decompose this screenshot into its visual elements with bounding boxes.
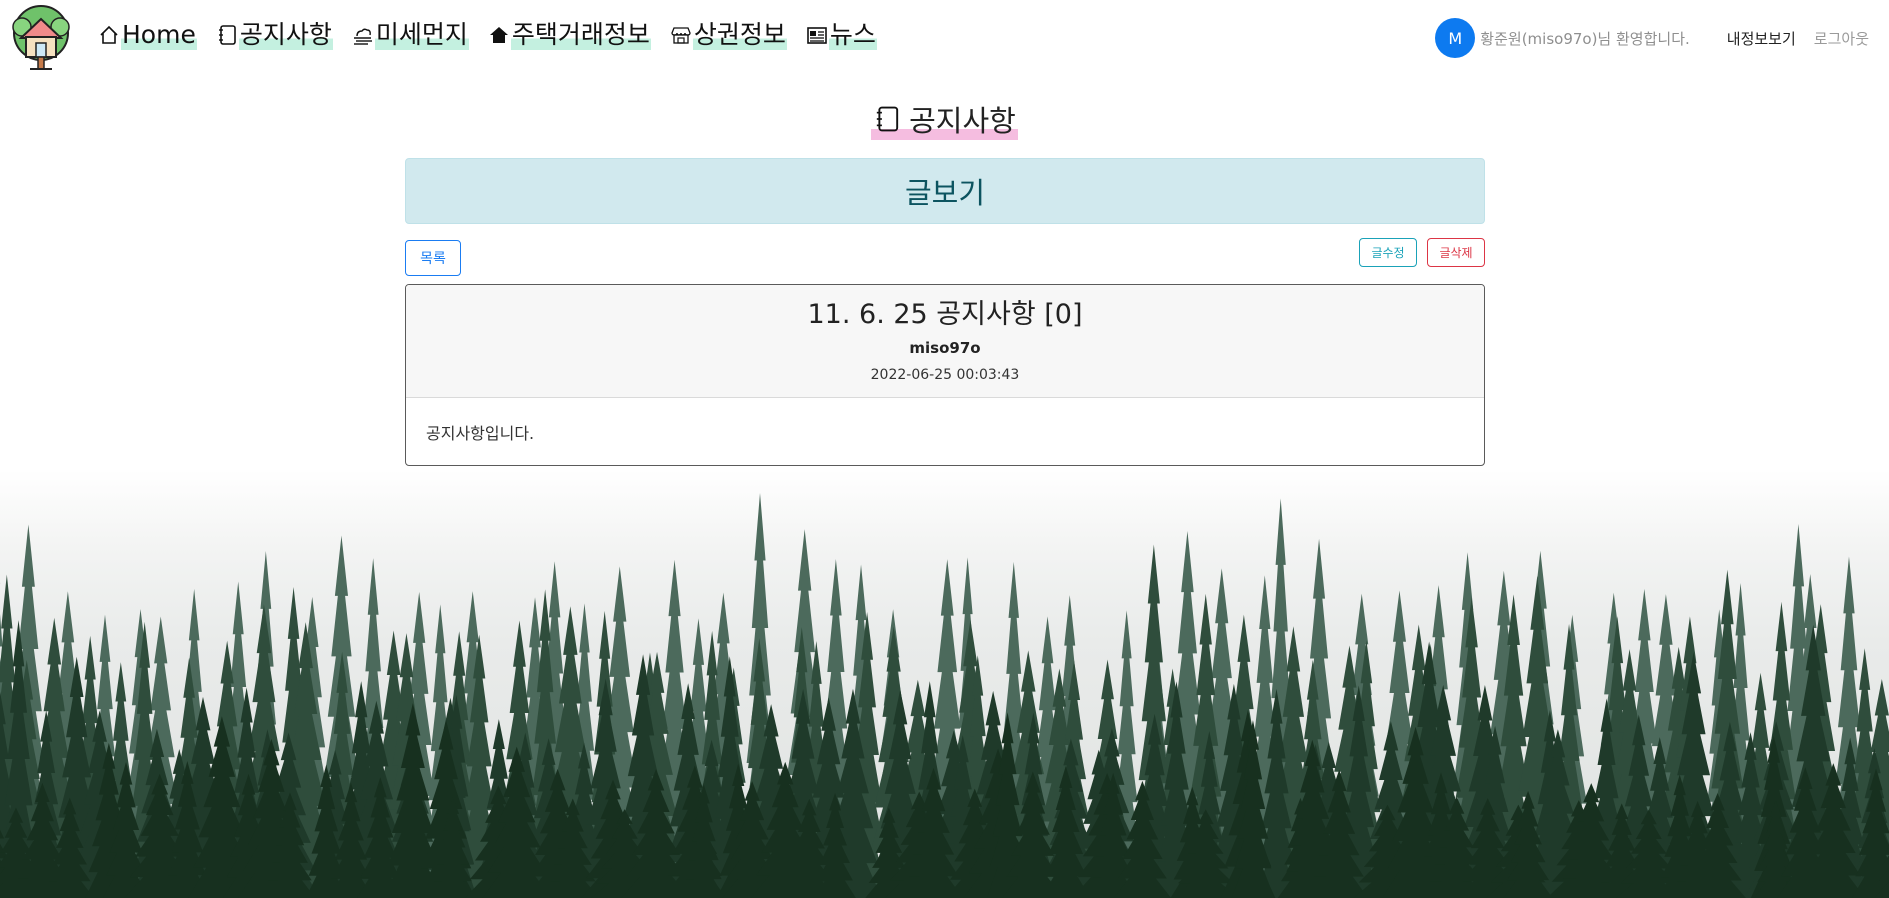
action-button-row: 목록 글수정 글삭제 [405,238,1485,278]
smog-icon [352,24,374,46]
post-date: 2022-06-25 00:03:43 [870,367,1020,383]
forest-background [0,470,1889,898]
user-area: M 황준원(miso97o)님 환영합니다. 내정보보기 로그아웃 [1435,18,1869,58]
nav-item-fine-dust[interactable]: 미세먼지 [352,20,469,50]
post-card: 11. 6. 25 공지사항 [0] miso97o 2022-06-25 00… [405,284,1485,466]
shop-icon [670,24,692,46]
top-navbar: Home 공지사항 미세먼지 주택거래정보 상권정보 뉴스 M 황준원(miso… [0,0,1889,78]
nav-item-notice[interactable]: 공지사항 [216,20,333,50]
nav-menu: Home 공지사항 미세먼지 주택거래정보 상권정보 뉴스 [98,20,896,50]
notebook-icon [216,24,238,46]
nav-item-label: 미세먼지 [374,20,469,50]
notebook-icon [873,105,901,133]
edit-post-button[interactable]: 글수정 [1359,238,1417,267]
treehouse-logo-icon[interactable] [8,5,74,71]
post-header: 11. 6. 25 공지사항 [0] miso97o 2022-06-25 00… [406,285,1484,398]
nav-item-home[interactable]: Home [98,20,197,50]
page-title: 공지사항 [0,98,1889,140]
post-author: miso97o [909,339,981,357]
home-fill-icon [488,24,510,46]
post-content: 공지사항입니다. [426,424,535,443]
post-view-container: 글보기 목록 글수정 글삭제 11. 6. 25 공지사항 [0] miso97… [405,158,1485,466]
nav-item-housing[interactable]: 주택거래정보 [488,20,651,50]
welcome-text: 황준원(miso97o)님 환영합니다. [1480,29,1690,48]
section-header: 글보기 [405,158,1485,224]
nav-item-label: 주택거래정보 [510,20,651,50]
delete-post-button[interactable]: 글삭제 [1427,238,1485,267]
avatar[interactable]: M [1435,18,1476,58]
nav-item-commercial[interactable]: 상권정보 [670,20,787,50]
page-title-text-wrap: 공지사항 [871,98,1018,140]
house-icon [98,24,120,46]
logout-link[interactable]: 로그아웃 [1814,28,1869,49]
nav-item-label: 뉴스 [828,20,877,50]
nav-item-label: Home [121,20,197,50]
nav-item-label: 상권정보 [692,20,787,50]
list-button[interactable]: 목록 [405,240,461,276]
page-title-label: 공지사항 [909,104,1016,138]
my-info-link[interactable]: 내정보보기 [1727,28,1796,49]
nav-item-news[interactable]: 뉴스 [806,20,877,50]
newspaper-icon [806,24,828,46]
nav-item-label: 공지사항 [238,20,333,50]
post-title: 11. 6. 25 공지사항 [0] [807,299,1083,330]
